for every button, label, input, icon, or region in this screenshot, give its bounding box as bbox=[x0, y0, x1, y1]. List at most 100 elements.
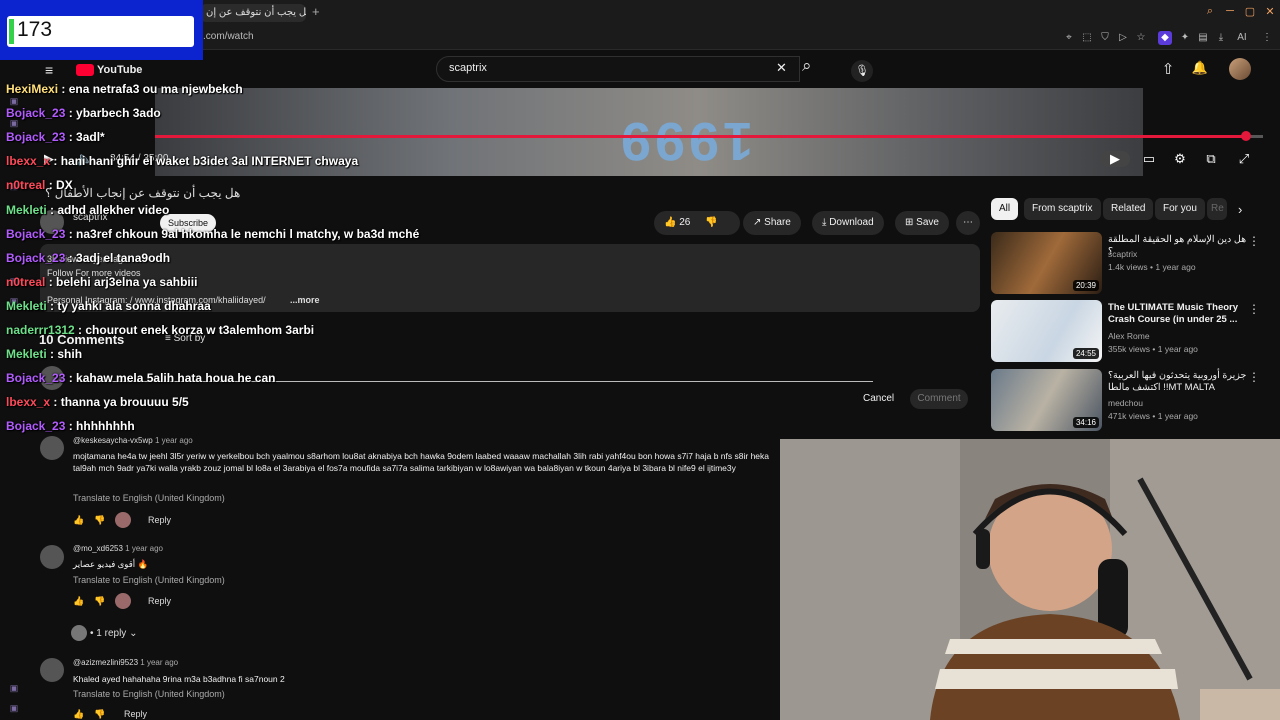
related-thumbnail[interactable]: 34:16 bbox=[991, 369, 1102, 431]
screenshot-icon[interactable]: ⬚ bbox=[1080, 31, 1094, 45]
chip-recently-uploaded[interactable]: Re bbox=[1207, 198, 1227, 220]
related-channel[interactable]: scaptrix bbox=[1108, 249, 1137, 259]
settings-icon[interactable]: ⚙ bbox=[1171, 151, 1189, 167]
puzzle-icon[interactable]: ✦ bbox=[1178, 31, 1192, 45]
comment-avatar[interactable] bbox=[40, 545, 64, 569]
download-button[interactable]: ⤓ Download bbox=[812, 211, 884, 235]
comment-like-icon[interactable]: 👍 bbox=[73, 515, 84, 526]
related-title[interactable]: جزيرة أوروبية يتحدثون فيها العربية؟ اكتش… bbox=[1108, 370, 1248, 394]
chat-message: Mekleti : adhd allekher video bbox=[6, 203, 169, 217]
fullscreen-icon[interactable]: ⤢ bbox=[1235, 151, 1253, 167]
view-replies-button[interactable]: • 1 reply ⌄ bbox=[90, 628, 137, 639]
reply-button[interactable]: Reply bbox=[148, 596, 171, 606]
streamer-image bbox=[780, 439, 1280, 720]
reply-button[interactable]: Reply bbox=[124, 709, 147, 719]
minimize-icon[interactable]: ─ bbox=[1222, 5, 1238, 19]
comment-dislike-icon[interactable]: 👎 bbox=[94, 515, 105, 526]
play-extension-icon[interactable]: ▷ bbox=[1116, 31, 1130, 45]
rail-icon: ▣ bbox=[9, 683, 19, 693]
clear-search-icon[interactable]: ✕ bbox=[776, 60, 792, 76]
star-icon[interactable]: ☆ bbox=[1134, 31, 1148, 45]
notifications-icon[interactable]: 🔔 bbox=[1190, 60, 1210, 80]
new-tab-button[interactable]: + bbox=[312, 4, 326, 20]
shield-icon[interactable]: ⛉ bbox=[1098, 31, 1112, 45]
chip-from-channel[interactable]: From scaptrix bbox=[1024, 198, 1101, 220]
translate-link[interactable]: Translate to English (United Kingdom) bbox=[73, 575, 225, 585]
related-menu-icon[interactable]: ⋮ bbox=[1248, 234, 1260, 248]
comment-handle[interactable]: @azizmezlini9523 1 year ago bbox=[73, 658, 178, 667]
video-progress-bar[interactable] bbox=[155, 131, 1263, 141]
chip-all[interactable]: All bbox=[991, 198, 1019, 220]
search-button[interactable]: ⌕ bbox=[802, 56, 832, 82]
chat-username: n0treal bbox=[6, 178, 46, 193]
extension-purple-icon[interactable]: ◆ bbox=[1158, 31, 1172, 45]
comment-avatar[interactable] bbox=[40, 436, 64, 460]
download-label: Download bbox=[829, 217, 874, 228]
dislike-icon[interactable]: 👎 bbox=[705, 217, 717, 228]
chat-text: : 3adj el tana9odh bbox=[65, 250, 171, 265]
subtitles-icon[interactable]: ▭ bbox=[1140, 151, 1158, 167]
comment-handle[interactable]: @mo_xd6253 1 year ago bbox=[73, 544, 163, 553]
browser-tab-active[interactable]: هل يجب أن نتوقف عن إن... bbox=[200, 4, 306, 22]
chat-message: Bojack_23 : ybarbech 3ado bbox=[6, 106, 161, 120]
search-tab-icon[interactable]: ⌕ bbox=[1202, 5, 1218, 19]
submit-comment-button[interactable]: Comment bbox=[910, 389, 968, 409]
search-input[interactable]: scaptrix bbox=[436, 56, 800, 82]
related-channel[interactable]: Alex Rome bbox=[1108, 331, 1150, 341]
related-title[interactable]: The ULTIMATE Music Theory Crash Course (… bbox=[1108, 302, 1248, 326]
chat-message: Bojack_23 : 3adl* bbox=[6, 130, 105, 144]
chat-username: Bojack_23 bbox=[6, 250, 66, 265]
chat-message: lbexx_x : thanna ya brouuuu 5/5 bbox=[6, 395, 189, 409]
like-dislike-group[interactable]: 👍 26 👎 bbox=[654, 211, 740, 235]
related-meta: 355k views • 1 year ago bbox=[1108, 344, 1198, 354]
related-channel[interactable]: medchou bbox=[1108, 398, 1143, 408]
url-text[interactable]: .com/watch bbox=[203, 31, 254, 42]
comment-avatar[interactable] bbox=[40, 658, 64, 682]
cancel-comment-button[interactable]: Cancel bbox=[863, 393, 894, 404]
chat-text: : adhd allekher video bbox=[46, 202, 170, 217]
youtube-logo-icon[interactable] bbox=[76, 64, 94, 76]
upload-icon[interactable]: ⇧ bbox=[1158, 60, 1178, 80]
chip-related[interactable]: Related bbox=[1103, 198, 1154, 220]
translate-link[interactable]: Translate to English (United Kingdom) bbox=[73, 493, 225, 503]
chat-text: : shih bbox=[46, 347, 83, 362]
comment-like-icon[interactable]: 👍 bbox=[73, 709, 84, 720]
related-menu-icon[interactable]: ⋮ bbox=[1248, 302, 1260, 316]
related-thumbnail[interactable]: 24:55 bbox=[991, 300, 1102, 362]
description-more-link[interactable]: ...more bbox=[290, 295, 320, 305]
miniplayer-icon[interactable]: ⧉ bbox=[1202, 151, 1220, 167]
comment-handle[interactable]: @keskesaycha-vx5wp 1 year ago bbox=[73, 436, 193, 445]
save-button[interactable]: ⊞ Save bbox=[895, 211, 949, 235]
comment-dislike-icon[interactable]: 👎 bbox=[94, 596, 105, 607]
comment-like-icon[interactable]: 👍 bbox=[73, 596, 84, 607]
mic-icon[interactable]: 🎙 bbox=[851, 60, 873, 82]
translate-link[interactable]: Translate to English (United Kingdom) bbox=[73, 689, 225, 699]
related-menu-icon[interactable]: ⋮ bbox=[1248, 370, 1260, 384]
comment-dislike-icon[interactable]: 👎 bbox=[94, 709, 105, 720]
account-avatar[interactable] bbox=[1229, 58, 1251, 80]
download-icon[interactable]: ⤓ bbox=[1214, 31, 1228, 45]
chat-username: Bojack_23 bbox=[6, 419, 66, 434]
menu-icon[interactable]: ⋮ bbox=[1260, 31, 1274, 45]
chat-username: Bojack_23 bbox=[6, 106, 66, 121]
creator-heart-icon bbox=[115, 593, 131, 609]
related-thumbnail[interactable]: 20:39 bbox=[991, 232, 1102, 294]
hamburger-menu-icon[interactable]: ≡ bbox=[45, 62, 59, 78]
chip-for-you[interactable]: For you bbox=[1155, 198, 1205, 220]
ai-icon[interactable]: AI bbox=[1232, 31, 1252, 45]
reply-button[interactable]: Reply bbox=[148, 515, 171, 525]
maximize-icon[interactable]: ▢ bbox=[1242, 5, 1258, 19]
video-frame-graphic: 1999 bbox=[616, 111, 754, 171]
video-scrubber-handle[interactable] bbox=[1241, 131, 1252, 141]
close-window-icon[interactable]: ✕ bbox=[1262, 5, 1278, 19]
autoplay-toggle[interactable]: ▶ bbox=[1100, 151, 1130, 167]
more-actions-button[interactable]: ⋯ bbox=[956, 211, 980, 235]
chips-next-icon[interactable]: › bbox=[1238, 202, 1242, 217]
chat-message: naderrr1312 : chourout enek korza w t3al… bbox=[6, 323, 314, 337]
like-icon[interactable]: 👍 bbox=[664, 217, 676, 228]
share-button[interactable]: ↗ Share bbox=[743, 211, 801, 235]
youtube-logo-text[interactable]: YouTube bbox=[97, 64, 142, 76]
chat-message: Mekleti : shih bbox=[6, 347, 82, 361]
library-icon[interactable]: ▤ bbox=[1196, 31, 1210, 45]
bookmark-icon[interactable]: ⌖ bbox=[1062, 31, 1076, 45]
